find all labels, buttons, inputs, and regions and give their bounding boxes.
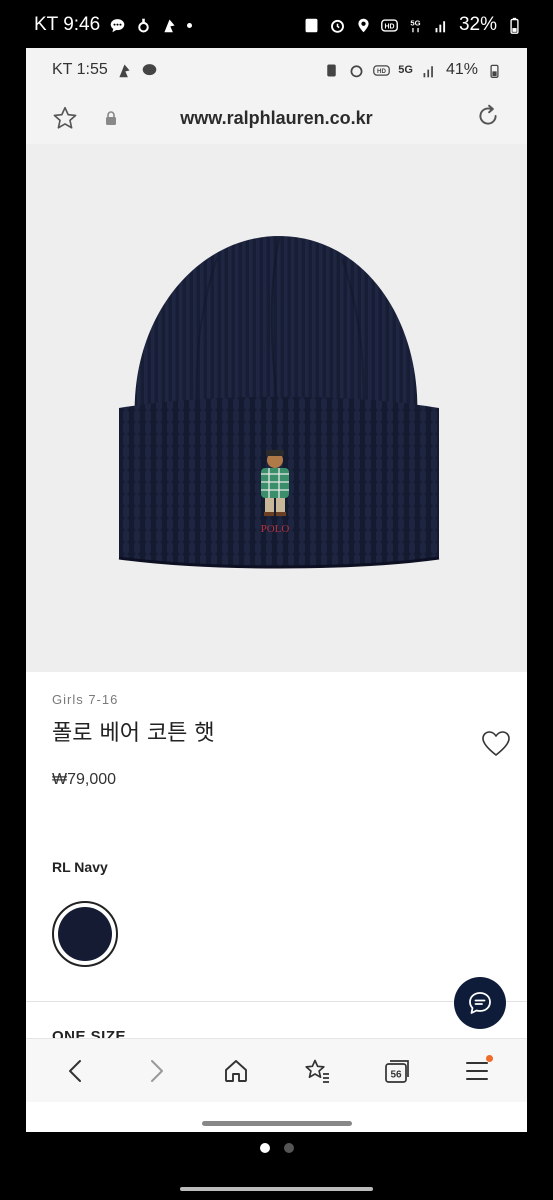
polo-logo-text: POLO [260,523,289,535]
divider [26,1001,527,1002]
talk-icon [142,63,157,75]
location-icon [358,18,369,32]
system-gesture-bar[interactable] [180,1187,373,1191]
page-dot[interactable] [283,1143,294,1153]
star-icon[interactable] [52,105,78,131]
home-button[interactable] [216,1051,256,1091]
inner-battery-text: 41% [445,61,478,78]
tabs-count: 56 [390,1069,402,1080]
svg-text:5G: 5G [410,18,420,27]
hd-icon: HD [381,18,398,32]
menu-badge-dot [485,1054,493,1062]
product-category[interactable]: Girls 7-16 [52,692,501,707]
app-icon [164,19,175,32]
svg-text:HD: HD [377,68,386,75]
alarm-icon [350,64,363,77]
back-icon [69,1059,82,1082]
notification-icon [138,18,149,32]
chat-icon [469,992,491,1014]
product-title: 폴로 베어 코튼 햇 [52,721,215,746]
svg-text:HD: HD [384,23,394,30]
device-carrier-time: KT 9:46 [34,14,101,35]
tabs-button[interactable]: 56 [377,1051,417,1091]
lock-screen-icon [327,64,337,76]
page-dot-active[interactable] [259,1143,270,1153]
product-info: Girls 7-16 폴로 베어 코튼 햇 ₩79,000 RL Navy [26,692,527,967]
signal-5g-icon: 5G [410,18,421,32]
home-icon [225,1059,248,1082]
signal-bars-icon [423,65,433,77]
swatch-fill [58,907,112,961]
message-icon [110,18,125,32]
battery-icon [510,17,519,34]
product-image[interactable]: POLO [26,144,527,672]
app-icon [119,64,130,77]
color-swatch-rl-navy[interactable] [52,901,118,967]
heart-icon[interactable] [481,730,511,758]
alarm-icon [331,19,344,33]
lock-icon [106,111,116,125]
device-battery-text: 32% [458,14,497,35]
lock-screen-icon [305,18,318,32]
chat-button[interactable] [454,977,506,1029]
back-button[interactable] [56,1051,96,1091]
page-indicator [0,1143,553,1153]
battery-icon [490,64,499,78]
browser-bottom-nav: 56 [26,1038,527,1102]
inner-status-bar: KT 1:55 HD 5G 41% [26,48,527,92]
browser-url-bar: www.ralphlauren.co.kr [26,92,527,144]
inner-network-text: 5G [398,64,413,76]
bookmarks-button[interactable] [297,1051,337,1091]
product-price: ₩79,000 [52,771,117,788]
screenshot-frame: KT 1:55 HD 5G 41% www.ralphlauren.co.kr [26,48,527,1132]
forward-icon [151,1059,164,1082]
device-status-bar: KT 9:46 HD 5G 32% [0,0,553,50]
forward-button[interactable] [136,1051,176,1091]
menu-icon [465,1061,488,1080]
signal-bars-icon [435,20,446,32]
tabs-icon: 56 [384,1059,409,1083]
reload-icon[interactable] [475,103,501,129]
inner-carrier-time: KT 1:55 [52,61,108,78]
bookmarks-icon [304,1059,329,1083]
hd-icon: HD [373,64,391,76]
menu-button[interactable] [457,1051,497,1091]
dot-icon [187,22,193,28]
inner-home-indicator [201,1121,352,1126]
beanie-hat-image: POLO [118,236,439,569]
color-name-label: RL Navy [52,859,108,875]
